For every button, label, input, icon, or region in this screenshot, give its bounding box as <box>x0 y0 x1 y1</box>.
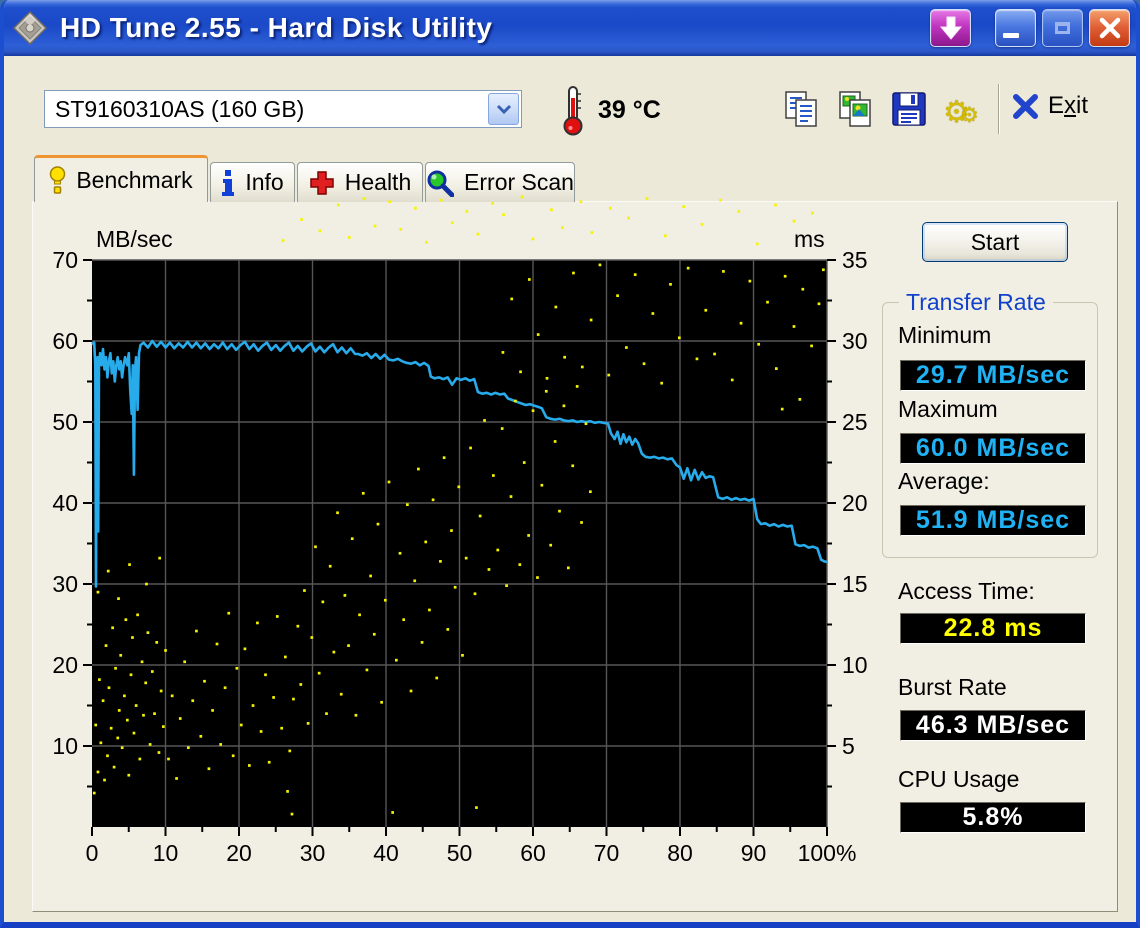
combo-arrow-button[interactable] <box>488 93 519 125</box>
copy-image-button[interactable] <box>832 86 878 132</box>
exit-label: Exit <box>1048 92 1089 119</box>
window-title: HD Tune 2.55 - Hard Disk Utility <box>60 12 493 43</box>
svg-text:5: 5 <box>842 733 855 759</box>
maximum-value: 60.0 MB/sec <box>900 433 1086 464</box>
hard-disk-icon <box>12 10 48 46</box>
cpu-usage-label: CPU Usage <box>898 766 1020 792</box>
minimum-value: 29.7 MB/sec <box>900 360 1086 391</box>
access-time-label: Access Time: <box>898 578 1035 604</box>
minimum-label: Minimum <box>898 322 992 348</box>
svg-text:40: 40 <box>52 490 78 516</box>
tab-benchmark-label: Benchmark <box>76 166 193 193</box>
svg-text:25: 25 <box>842 409 868 435</box>
minimize-icon <box>1002 32 1019 38</box>
svg-text:20: 20 <box>842 490 868 516</box>
svg-text:20: 20 <box>226 840 252 866</box>
cpu-usage-value: 5.8% <box>900 802 1086 833</box>
svg-text:50: 50 <box>447 840 473 866</box>
save-button[interactable] <box>886 86 932 132</box>
copy-text-button[interactable] <box>778 86 824 132</box>
burst-rate-label: Burst Rate <box>898 674 1007 700</box>
svg-text:40: 40 <box>373 840 399 866</box>
svg-text:30: 30 <box>52 571 78 597</box>
transfer-rate-title: Transfer Rate <box>899 289 1053 316</box>
svg-text:15: 15 <box>842 571 868 597</box>
tab-benchmark[interactable]: Benchmark <box>34 155 208 202</box>
average-value: 51.9 MB/sec <box>900 505 1086 536</box>
title-buttons <box>930 9 1130 47</box>
exit-button[interactable]: Exit <box>1012 92 1088 120</box>
close-button[interactable] <box>1089 9 1130 47</box>
svg-text:80: 80 <box>667 840 693 866</box>
svg-text:50: 50 <box>52 409 78 435</box>
svg-text:30: 30 <box>300 840 326 866</box>
save-icon <box>892 92 926 126</box>
svg-text:35: 35 <box>842 247 868 273</box>
close-icon <box>1099 17 1120 39</box>
app-window: HD Tune 2.55 - Hard Disk Utility ST91603… <box>0 0 1140 928</box>
svg-text:90: 90 <box>741 840 767 866</box>
right-axis-title: ms <box>794 226 825 252</box>
svg-text:20: 20 <box>52 652 78 678</box>
minimize-button[interactable] <box>995 9 1036 47</box>
copy-image-icon <box>839 91 871 127</box>
start-button[interactable]: Start <box>922 222 1068 262</box>
update-download-button[interactable] <box>930 9 971 47</box>
thermometer-icon <box>563 86 583 136</box>
svg-text:10: 10 <box>842 652 868 678</box>
exit-x-icon <box>1013 93 1038 119</box>
lightbulb-icon <box>50 166 66 194</box>
maximize-icon <box>1055 22 1070 34</box>
options-button[interactable]: ⚙⚙ <box>938 86 984 132</box>
average-label: Average: <box>898 468 990 494</box>
burst-rate-value: 46.3 MB/sec <box>900 710 1086 741</box>
svg-text:70: 70 <box>52 247 78 273</box>
drive-select[interactable]: ST9160310AS (160 GB) <box>44 90 522 128</box>
chevron-down-icon <box>496 104 511 114</box>
options-gears-icon: ⚙⚙ <box>943 94 979 130</box>
download-arrow-icon <box>939 16 962 40</box>
copy-text-icon <box>785 91 817 127</box>
access-time-value: 22.8 ms <box>900 613 1086 644</box>
svg-text:60: 60 <box>52 328 78 354</box>
svg-text:70: 70 <box>594 840 620 866</box>
svg-text:30: 30 <box>842 328 868 354</box>
maximize-button[interactable] <box>1042 9 1083 47</box>
title-bar: HD Tune 2.55 - Hard Disk Utility <box>4 0 1136 56</box>
svg-text:60: 60 <box>520 840 546 866</box>
svg-text:10: 10 <box>52 733 78 759</box>
drive-select-value: ST9160310AS (160 GB) <box>55 95 305 122</box>
temperature-value: 39 °C <box>598 96 661 124</box>
svg-text:0: 0 <box>86 840 99 866</box>
svg-text:100%: 100% <box>798 840 857 866</box>
maximum-label: Maximum <box>898 396 998 422</box>
svg-text:10: 10 <box>153 840 179 866</box>
benchmark-chart: 7060504030201035302520151050 10 20 30 40 50 60… <box>52 195 868 866</box>
left-axis-title: MB/sec <box>96 226 173 252</box>
toolbar-separator <box>998 84 1000 134</box>
